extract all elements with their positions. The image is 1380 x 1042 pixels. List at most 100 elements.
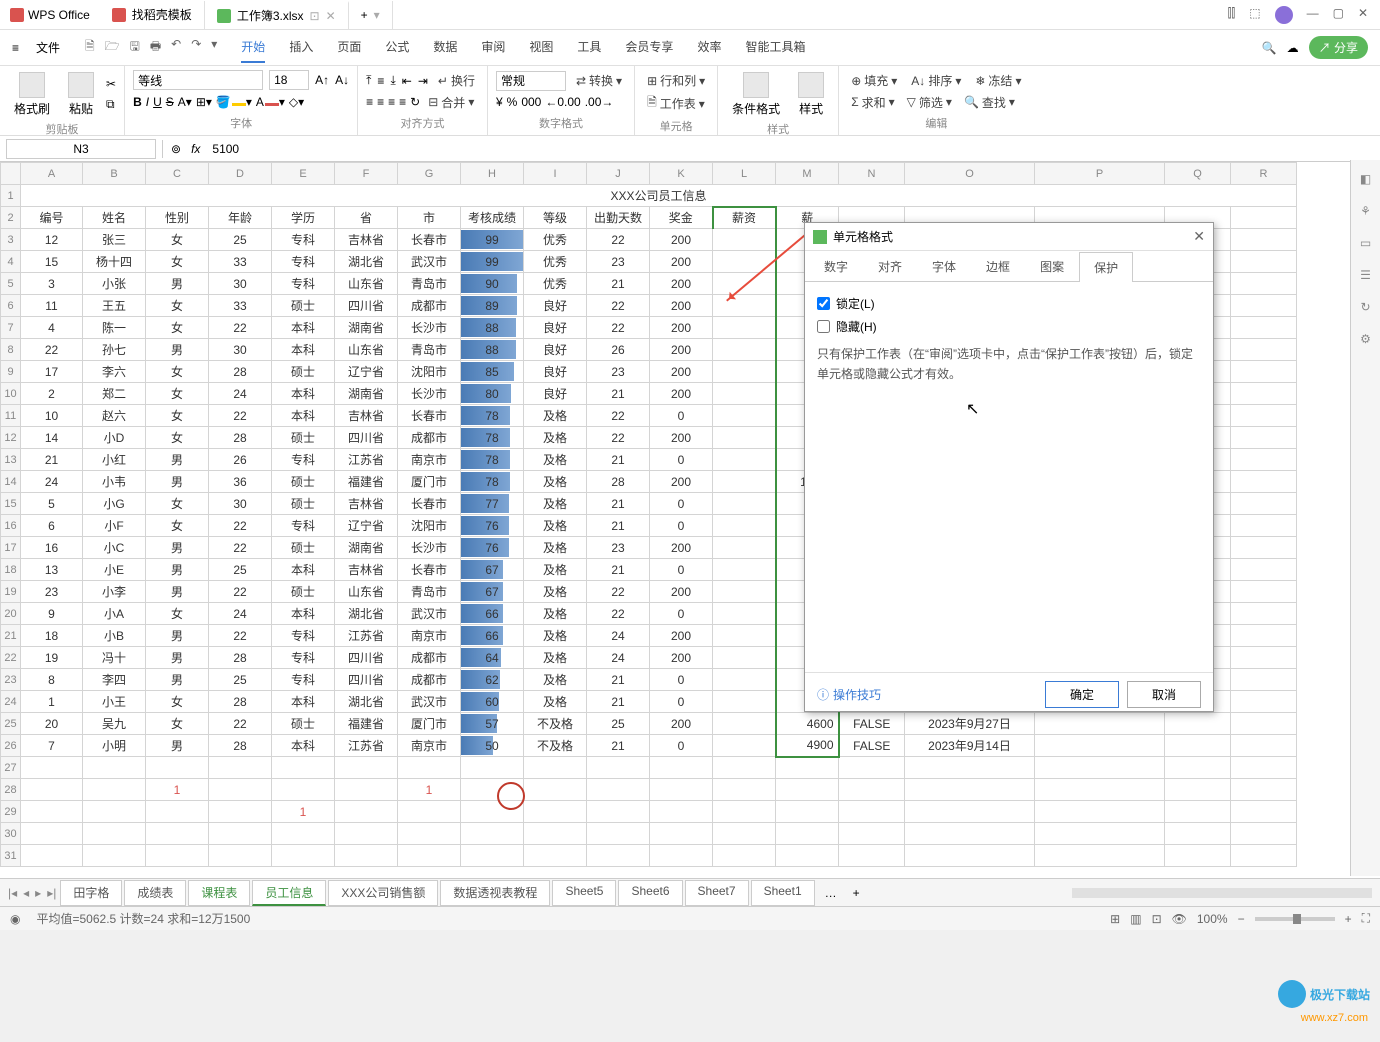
header-cell-I[interactable]: 考核成绩	[461, 207, 524, 229]
worksheet-button[interactable]: 🗎 工作表▾	[643, 91, 709, 116]
sheet-tab-8[interactable]: Sheet7	[685, 880, 749, 906]
col-header-D[interactable]: D	[209, 163, 272, 185]
hide-checkbox[interactable]	[817, 320, 830, 333]
col-header-E[interactable]: E	[272, 163, 335, 185]
row-header-21[interactable]: 21	[1, 625, 21, 647]
sheet-tab-7[interactable]: Sheet6	[618, 880, 682, 906]
row-header-1[interactable]: 1	[1, 185, 21, 207]
align-right-icon[interactable]: ≡	[388, 95, 395, 109]
col-header-A[interactable]: A	[21, 163, 83, 185]
dialog-titlebar[interactable]: 单元格格式 ✕	[805, 223, 1213, 251]
qat-print-icon[interactable]: 🖶	[150, 37, 161, 58]
font-name-select[interactable]	[133, 70, 263, 90]
menu-tab-2[interactable]: 页面	[337, 32, 361, 63]
align-justify-icon[interactable]: ≡	[399, 95, 406, 109]
tab-templates[interactable]: 找稻壳模板	[100, 1, 205, 29]
dialog-tab-3[interactable]: 边框	[971, 251, 1025, 281]
row-header-29[interactable]: 29	[1, 801, 21, 823]
side-style-icon[interactable]: ⚘	[1360, 204, 1371, 218]
clear-format-icon[interactable]: ◇▾	[289, 95, 304, 109]
header-cell-C[interactable]: 姓名	[83, 207, 146, 229]
number-format-select[interactable]	[496, 71, 566, 91]
menu-tab-9[interactable]: 效率	[697, 32, 721, 63]
align-bot-icon[interactable]: ⤓	[390, 73, 395, 88]
menu-tab-0[interactable]: 开始	[241, 32, 265, 63]
orientation-icon[interactable]: ↻	[410, 95, 420, 109]
row-header-4[interactable]: 4	[1, 251, 21, 273]
paste-button[interactable]: 粘贴	[62, 70, 100, 119]
font-color-button[interactable]: A▾	[256, 95, 285, 109]
col-header-P[interactable]: P	[1035, 163, 1165, 185]
sheet-tab-1[interactable]: 成绩表	[124, 880, 186, 906]
col-header-R[interactable]: R	[1231, 163, 1297, 185]
tab-close-icon[interactable]: ✕	[326, 9, 336, 23]
row-header-14[interactable]: 14	[1, 471, 21, 493]
col-header-N[interactable]: N	[839, 163, 905, 185]
dialog-close-icon[interactable]: ✕	[1193, 228, 1205, 245]
cloud-icon[interactable]: ☁	[1287, 41, 1299, 55]
col-header-K[interactable]: K	[650, 163, 713, 185]
tab-workbook[interactable]: 工作簿3.xlsx ⊡ ✕	[205, 1, 349, 29]
row-header-15[interactable]: 15	[1, 493, 21, 515]
col-header-J[interactable]: J	[587, 163, 650, 185]
align-mid-icon[interactable]: ≡	[377, 74, 384, 88]
row-header-18[interactable]: 18	[1, 559, 21, 581]
header-cell-H[interactable]: 市	[398, 207, 461, 229]
tab-menu-icon[interactable]: ⊡	[310, 9, 320, 23]
sheet-nav-1[interactable]: ◂	[23, 886, 29, 900]
share-button[interactable]: ↗ 分享	[1309, 36, 1368, 59]
menu-tab-1[interactable]: 插入	[289, 32, 313, 63]
avatar[interactable]	[1275, 6, 1293, 24]
reader-icon[interactable]: ⫿⫿	[1228, 6, 1236, 24]
h-scrollbar[interactable]	[1072, 888, 1372, 898]
qat-more-icon[interactable]: ▾	[211, 37, 217, 58]
zoom-out[interactable]: −	[1238, 912, 1245, 926]
currency-icon[interactable]: ¥	[496, 95, 503, 109]
tips-link[interactable]: ⓘ 操作技巧	[817, 686, 881, 703]
format-brush-button[interactable]: 格式刷	[8, 70, 56, 119]
sheet-nav-2[interactable]: ▸	[35, 886, 41, 900]
cube-icon[interactable]: ⬚	[1249, 6, 1260, 24]
dialog-tab-2[interactable]: 字体	[917, 251, 971, 281]
sheet-nav-0[interactable]: |◂	[8, 886, 17, 900]
row-header-10[interactable]: 10	[1, 383, 21, 405]
indent-inc-icon[interactable]: ⇥	[418, 74, 428, 88]
sheet-add[interactable]: +	[847, 886, 866, 900]
insert-fn-icon[interactable]: ⊚	[171, 142, 181, 156]
row-header-12[interactable]: 12	[1, 427, 21, 449]
rowcol-button[interactable]: ⊞ 行和列▾	[643, 70, 709, 91]
add-tab[interactable]: + ▾	[349, 1, 393, 29]
header-cell-D[interactable]: 性别	[146, 207, 209, 229]
col-header-B[interactable]: B	[83, 163, 146, 185]
expand-icon[interactable]: ⛶	[1362, 911, 1370, 926]
close-icon[interactable]: ✕	[1358, 6, 1368, 24]
sheet-tab-9[interactable]: Sheet1	[751, 880, 815, 906]
freeze-button[interactable]: ❄ 冻结▾	[971, 70, 1025, 91]
menu-tab-8[interactable]: 会员专享	[625, 32, 673, 63]
font-size-select[interactable]	[269, 70, 309, 90]
menu-icon[interactable]: ≡	[12, 41, 19, 55]
side-select-icon[interactable]: ▭	[1360, 236, 1371, 250]
styles-button[interactable]: 样式	[792, 70, 830, 119]
underline-button[interactable]: U	[153, 95, 162, 109]
bold-button[interactable]: B	[133, 95, 142, 109]
cut-icon[interactable]: ✂	[106, 77, 116, 91]
dec-inc-icon[interactable]: ←0.00	[545, 95, 580, 109]
row-header-25[interactable]: 25	[1, 713, 21, 735]
qat-redo-icon[interactable]: ↷	[191, 37, 201, 58]
side-prop-icon[interactable]: ☰	[1360, 268, 1371, 282]
col-header-F[interactable]: F	[335, 163, 398, 185]
menu-tab-10[interactable]: 智能工具箱	[745, 32, 805, 63]
qat-save-icon[interactable]: 🖫	[130, 37, 140, 58]
filter-button[interactable]: ▽ 筛选▾	[903, 92, 956, 113]
sort-button[interactable]: A↓ 排序▾	[907, 70, 965, 91]
sheet-more[interactable]: …	[819, 886, 843, 900]
menu-tab-4[interactable]: 数据	[433, 32, 457, 63]
strike-button[interactable]: S	[166, 95, 174, 109]
qat-new-icon[interactable]: 🗎	[85, 37, 95, 58]
sheet-tab-2[interactable]: 课程表	[188, 880, 250, 906]
copy-icon[interactable]: ⧉	[106, 97, 116, 112]
sheet-tab-5[interactable]: 数据透视表教程	[440, 880, 550, 906]
header-cell-F[interactable]: 学历	[272, 207, 335, 229]
view-page-icon[interactable]: ▥	[1130, 912, 1141, 926]
